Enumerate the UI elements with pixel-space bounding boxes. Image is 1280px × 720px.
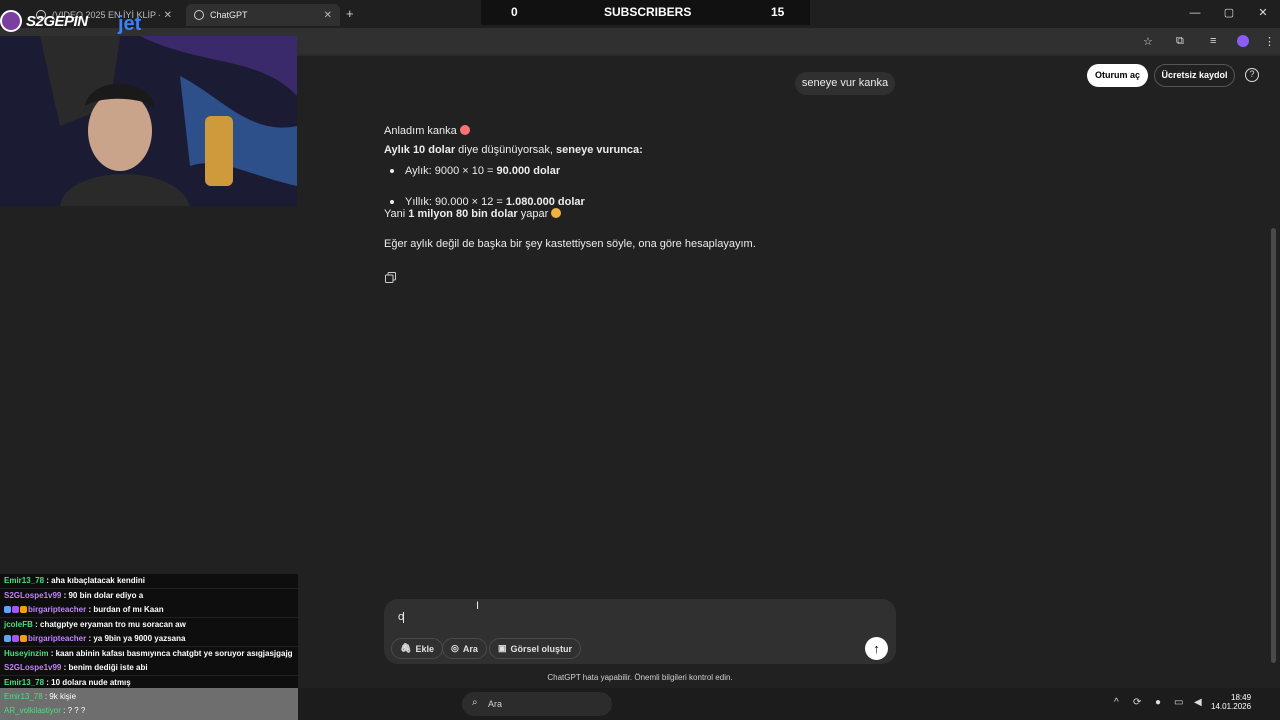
chatgpt-favicon-icon bbox=[194, 10, 204, 20]
globe-icon: ◎ bbox=[451, 643, 459, 653]
page-divider bbox=[297, 54, 1280, 56]
tab-chatgpt[interactable]: ChatGPT ✕ bbox=[186, 4, 340, 26]
money-bag-emoji-icon bbox=[551, 208, 562, 218]
tab-close-icon[interactable]: ✕ bbox=[324, 10, 332, 21]
logo-emblem-icon bbox=[0, 10, 22, 32]
search-icon: ⌕ bbox=[472, 697, 478, 708]
disclaimer-text: ChatGPT hata yapabilir. Önemli bilgileri… bbox=[547, 673, 733, 682]
grin-emoji-icon bbox=[459, 125, 470, 135]
copy-icon[interactable] bbox=[385, 272, 396, 283]
badge-icon bbox=[4, 606, 11, 613]
menu-dots-icon[interactable]: ⋮ bbox=[1264, 35, 1275, 48]
mouse-ibeam-cursor-icon: I bbox=[476, 600, 480, 612]
subscriber-label: SUBSCRIBERS bbox=[604, 5, 692, 19]
stream-chat-footer: Emir13_78 : 9k kişie AR_volkilastiyor : … bbox=[0, 688, 298, 720]
media-controls-icon[interactable]: ≡ bbox=[1210, 35, 1216, 47]
bookmark-star-icon[interactable]: ☆ bbox=[1143, 35, 1153, 48]
paperclip-icon: 🖇 bbox=[400, 643, 412, 653]
chat-message: Huseyinzim : kaan abinin kafası basmıyın… bbox=[0, 647, 298, 661]
streamer-logo: S2GEPIN bbox=[0, 8, 88, 34]
reply-line-2: Aylık 10 dolar diye düşünüyorsak, seneye… bbox=[384, 144, 643, 156]
chat-message: jcoleFB : chatgptye eryaman tro mu sorac… bbox=[0, 618, 298, 632]
badge-icon bbox=[12, 635, 19, 642]
badge-icon bbox=[12, 606, 19, 613]
maximize-button[interactable]: ▢ bbox=[1212, 0, 1246, 28]
chat-message: S2GLospe1v99 : benim dediği iste abi bbox=[0, 661, 298, 675]
taskbar-search[interactable]: Ara bbox=[462, 692, 612, 716]
attach-button[interactable]: 🖇 Ekle bbox=[391, 638, 443, 659]
create-image-button[interactable]: ▣ Görsel oluştur bbox=[489, 638, 582, 659]
subscriber-count-right: 15 bbox=[771, 5, 785, 19]
tray-chevron-icon[interactable]: ^ bbox=[1114, 697, 1119, 708]
new-tab-button[interactable]: + bbox=[346, 6, 354, 21]
sync-icon[interactable]: ⟳ bbox=[1133, 697, 1141, 708]
sponsor-logo: jet bbox=[118, 13, 142, 35]
reply-bullet-monthly: Aylık: 9000 × 10 = 90.000 dolar bbox=[384, 165, 884, 177]
text-caret bbox=[403, 612, 404, 623]
reply-line-1: Anladım kanka bbox=[384, 125, 470, 137]
extensions-icon[interactable]: ⧉ bbox=[1176, 35, 1184, 48]
minimize-button[interactable]: — bbox=[1178, 0, 1212, 28]
assistant-reply: Anladım kanka Aylık 10 dolar diye düşünü… bbox=[384, 125, 884, 250]
tab-label: ChatGPT bbox=[210, 10, 248, 20]
image-icon: ▣ bbox=[498, 643, 507, 653]
reply-bullet-yearly: Yıllık: 90.000 × 12 = 1.080.000 dolar bbox=[384, 196, 884, 208]
system-clock[interactable]: 18:49 14.01.2026 bbox=[1211, 693, 1251, 711]
profile-avatar[interactable] bbox=[1237, 35, 1249, 47]
signup-button[interactable]: Ücretsiz kaydol bbox=[1154, 64, 1235, 87]
microphone-icon[interactable]: ● bbox=[1155, 697, 1161, 708]
reply-line-5: Yani 1 milyon 80 bin dolar yapar bbox=[384, 208, 562, 220]
reply-line-6: Eğer aylık değil de başka bir şey kastet… bbox=[384, 238, 756, 250]
badge-icon bbox=[20, 606, 27, 613]
webcam-image bbox=[0, 36, 297, 206]
send-button[interactable]: ↑ bbox=[865, 637, 888, 660]
close-window-button[interactable]: ✕ bbox=[1246, 0, 1280, 28]
subscriber-count-left: 0 bbox=[511, 5, 518, 19]
window-controls: — ▢ ✕ bbox=[1178, 0, 1280, 28]
subscriber-bar: 0 SUBSCRIBERS 15 bbox=[481, 0, 810, 25]
webcam-overlay bbox=[0, 36, 297, 206]
chat-message: birgaripteacher : ya 9bin ya 9000 yazsan… bbox=[0, 632, 298, 646]
chat-message: birgaripteacher : burdan of mı Kaan bbox=[0, 603, 298, 617]
chat-message: AR_volkilastiyor : ? ? ? bbox=[4, 706, 86, 715]
user-message-bubble: seneye vur kanka bbox=[795, 72, 895, 95]
chat-message: Emir13_78 : 9k kişie bbox=[4, 692, 77, 701]
login-button[interactable]: Oturum aç bbox=[1087, 64, 1148, 87]
help-icon[interactable]: ? bbox=[1245, 68, 1259, 82]
chat-message: Emir13_78 : aha kıbaçlatacak kendini bbox=[0, 574, 298, 588]
web-search-button[interactable]: ◎ Ara bbox=[442, 638, 487, 659]
badge-icon bbox=[20, 635, 27, 642]
network-icon[interactable]: ▭ bbox=[1174, 697, 1183, 708]
tab-close-icon[interactable]: ✕ bbox=[164, 10, 172, 21]
page-scrollbar[interactable] bbox=[1271, 228, 1276, 663]
badge-icon bbox=[4, 635, 11, 642]
chat-message: S2GLospe1v99 : 90 bin dolar ediyo a bbox=[0, 589, 298, 603]
volume-icon[interactable]: ◀ bbox=[1194, 697, 1202, 708]
